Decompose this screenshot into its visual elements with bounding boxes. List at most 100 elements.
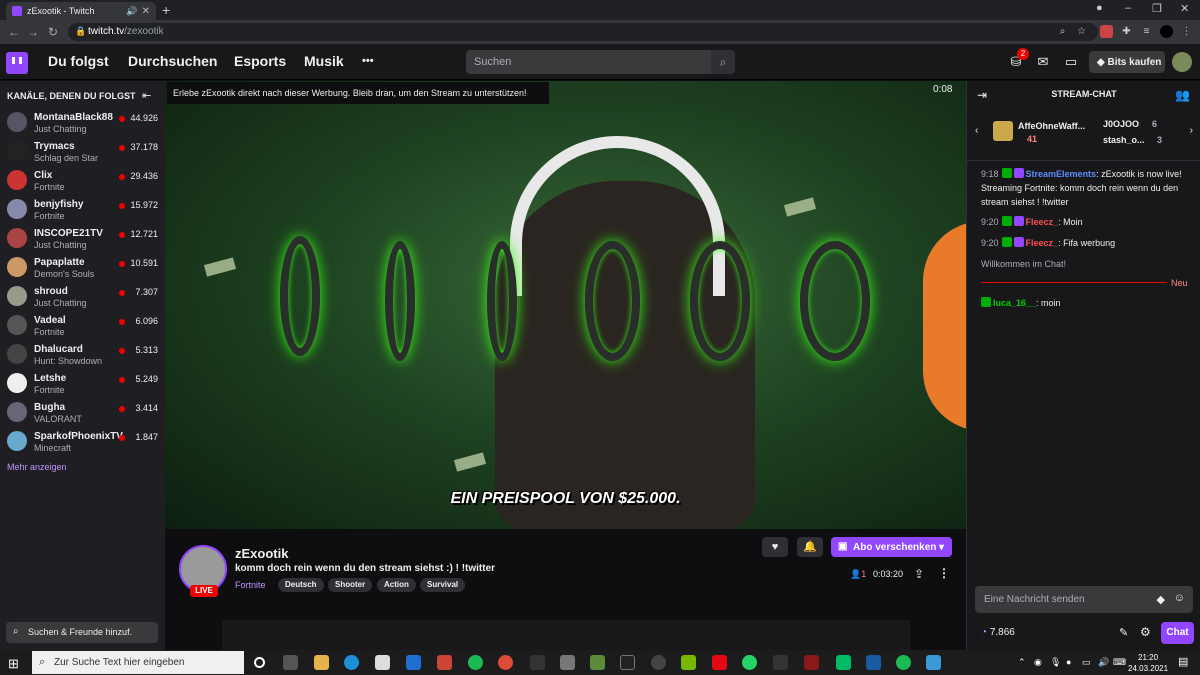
nav-music[interactable]: Musik <box>304 53 344 69</box>
file-explorer-icon[interactable] <box>314 655 329 670</box>
url-bar[interactable]: 🔒 twitch.tv/zexootik <box>68 23 1098 41</box>
nav-following[interactable]: Du folgst <box>48 53 109 69</box>
app-icon[interactable] <box>804 655 819 670</box>
edge-icon[interactable] <box>344 655 359 670</box>
epic-games-icon[interactable] <box>620 655 635 670</box>
action-center-icon[interactable]: ▤ <box>1178 655 1188 668</box>
maximize-button[interactable]: ❐ <box>1152 2 1162 15</box>
sidebar-channel[interactable]: benjyfishy Fortnite 15.972 <box>0 196 165 225</box>
back-icon[interactable]: ← <box>5 25 23 39</box>
tag-action[interactable]: Action <box>377 578 416 592</box>
tag-shooter[interactable]: Shooter <box>328 578 373 592</box>
network-icon[interactable]: ▭ <box>1082 657 1091 668</box>
spotify-icon[interactable] <box>468 655 483 670</box>
nav-esports[interactable]: Esports <box>234 53 286 69</box>
app-icon[interactable] <box>773 655 788 670</box>
app-icon[interactable] <box>896 655 911 670</box>
app-icon[interactable] <box>437 655 452 670</box>
chat-username[interactable]: Fleecz_ <box>1026 238 1059 248</box>
netflix-icon[interactable] <box>712 655 727 670</box>
task-view-icon[interactable] <box>283 655 298 670</box>
settings-gear-icon[interactable]: ⚙ <box>1140 625 1151 639</box>
bits-icon[interactable]: ◆ <box>1157 593 1165 606</box>
chevron-right-icon[interactable]: › <box>1190 125 1193 136</box>
nvidia-icon[interactable] <box>681 655 696 670</box>
bookmark-star-icon[interactable]: ☆ <box>1075 25 1088 38</box>
buy-bits-button[interactable]: ◆ Bits kaufen <box>1089 51 1165 73</box>
collapse-sidebar-icon[interactable]: ⇤ <box>142 89 151 102</box>
show-more-link[interactable]: Mehr anzeigen <box>7 462 67 472</box>
windows-start-icon[interactable]: ⊞ <box>8 656 19 672</box>
menu-dots-icon[interactable]: ⋮ <box>1180 25 1193 38</box>
sidebar-channel[interactable]: SparkofPhoenixTV Minecraft 1.847 <box>0 428 165 457</box>
chat-send-button[interactable]: Chat <box>1161 622 1194 644</box>
app-icon[interactable] <box>836 655 851 670</box>
follow-heart-button[interactable]: ♥ <box>762 537 788 557</box>
chat-username[interactable]: Fleecz_ <box>1026 217 1059 227</box>
tray-chevron-icon[interactable]: ⌃ <box>1018 657 1026 668</box>
chat-username[interactable]: luca_16__ <box>993 298 1036 308</box>
user-avatar[interactable] <box>1172 52 1192 72</box>
more-options-icon[interactable]: ⋮ <box>938 566 950 580</box>
sidebar-channel[interactable]: Letshe Fortnite 5.249 <box>0 370 165 399</box>
sidebar-channel[interactable]: Clix Fortnite 29.436 <box>0 167 165 196</box>
nav-more-button[interactable]: ••• <box>362 55 374 67</box>
new-tab-button[interactable]: + <box>162 2 170 18</box>
whispers-icon[interactable]: ▭ <box>1062 54 1080 72</box>
minecraft-icon[interactable] <box>590 655 605 670</box>
sidebar-channel[interactable]: Dhalucard Hunt: Showdown 5.313 <box>0 341 165 370</box>
chat-input[interactable]: Eine Nachricht senden ◆ ☺ <box>975 586 1193 613</box>
twitch-logo-icon[interactable] <box>6 52 28 74</box>
cortana-icon[interactable] <box>254 657 265 668</box>
steam-icon[interactable] <box>651 655 666 670</box>
browser-tab[interactable]: zExootik - Twitch 🔊 ✕ <box>6 2 156 20</box>
sidebar-channel[interactable]: Trymacs Schlag den Star 37.178 <box>0 138 165 167</box>
channel-points[interactable]: ◔ 7.866 <box>981 627 1015 638</box>
chrome-icon[interactable] <box>498 655 513 670</box>
mail-icon[interactable]: ✉ <box>1034 54 1052 72</box>
sidebar-channel[interactable]: shroud Just Chatting 7.307 <box>0 283 165 312</box>
search-input[interactable]: Suchen <box>466 50 711 74</box>
taskbar-clock[interactable]: 21:20 24.03.2021 <box>1128 652 1168 674</box>
sidebar-channel[interactable]: Papaplatte Demon's Souls 10.591 <box>0 254 165 283</box>
tray-icon[interactable]: ◉ <box>1034 657 1042 668</box>
tag-deutsch[interactable]: Deutsch <box>278 578 324 592</box>
minimize-button[interactable]: – <box>1125 2 1131 14</box>
app-icon[interactable] <box>926 655 941 670</box>
profile-avatar-icon[interactable] <box>1160 25 1173 38</box>
share-icon[interactable]: ⇪ <box>914 567 924 581</box>
chat-username[interactable]: StreamElements <box>1026 169 1097 179</box>
friend-search-input[interactable]: ⌕ Suchen & Freunde hinzuf. <box>6 622 158 643</box>
profile-icon[interactable]: ● <box>1096 2 1103 14</box>
tray-icon[interactable]: ● <box>1066 657 1071 667</box>
pencil-icon[interactable]: ✎ <box>1119 626 1128 639</box>
close-window-button[interactable]: ✕ <box>1180 2 1189 15</box>
mail-app-icon[interactable] <box>406 655 421 670</box>
forward-icon[interactable]: → <box>24 25 42 39</box>
chevron-left-icon[interactable]: ‹ <box>975 125 978 136</box>
tag-survival[interactable]: Survival <box>420 578 466 592</box>
close-tab-icon[interactable]: ✕ <box>142 6 150 17</box>
stream-game-link[interactable]: Fortnite <box>235 580 266 590</box>
notification-bell-button[interactable]: 🔔 <box>797 537 823 557</box>
community-icon[interactable]: 👥 <box>1175 88 1190 102</box>
reload-icon[interactable]: ↻ <box>44 25 62 39</box>
taskbar-search-input[interactable]: ⌕ Zur Suche Text hier eingeben <box>32 651 244 674</box>
extension-icon[interactable] <box>1100 25 1113 38</box>
mic-icon[interactable]: 🎙 <box>1050 657 1061 668</box>
audio-icon[interactable]: 🔊 <box>126 6 137 17</box>
extensions-puzzle-icon[interactable]: ✚ <box>1120 25 1133 38</box>
language-icon[interactable]: ⌨ <box>1113 657 1126 668</box>
nav-browse[interactable]: Durchsuchen <box>128 53 217 69</box>
prime-video-icon[interactable] <box>866 655 881 670</box>
sidebar-channel[interactable]: INSCOPE21TV Just Chatting 12.721 <box>0 225 165 254</box>
sidebar-channel[interactable]: Bugha VALORANT 3.414 <box>0 399 165 428</box>
app-icon[interactable] <box>560 655 575 670</box>
video-player[interactable] <box>165 81 966 529</box>
volume-icon[interactable]: 🔊 <box>1098 657 1109 668</box>
reading-list-icon[interactable]: ≡ <box>1140 25 1153 38</box>
sidebar-channel[interactable]: MontanaBlack88 Just Chatting 44.926 <box>0 109 165 138</box>
whatsapp-icon[interactable] <box>742 655 757 670</box>
app-icon[interactable] <box>530 655 545 670</box>
store-icon[interactable] <box>375 655 390 670</box>
